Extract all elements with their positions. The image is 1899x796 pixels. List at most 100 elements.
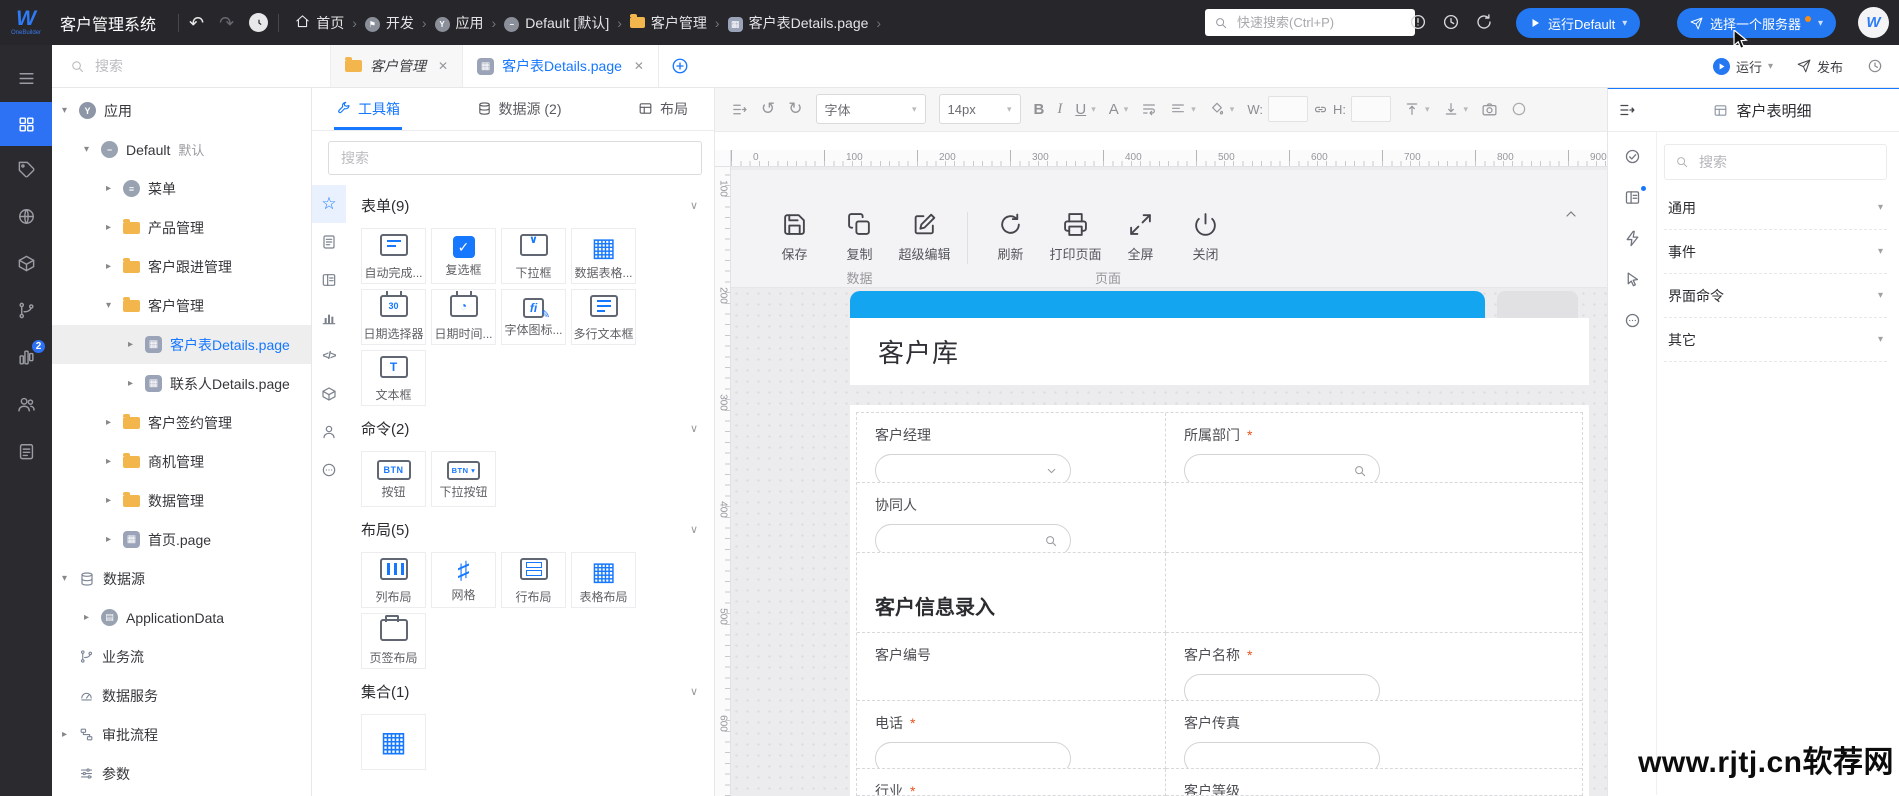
align-top-icon[interactable] <box>1404 101 1420 117</box>
palette-item-table[interactable]: ▦ <box>361 714 426 770</box>
toolbox-category-cube-icon[interactable] <box>312 375 346 413</box>
search-icon[interactable] <box>1353 464 1367 478</box>
height-input[interactable] <box>1350 96 1391 122</box>
rail-item-branch-icon[interactable] <box>0 287 52 334</box>
close-icon[interactable]: ✕ <box>634 59 644 73</box>
page-header-cell[interactable] <box>1497 291 1578 318</box>
property-search-box[interactable] <box>1664 144 1887 180</box>
page-toolbar-关闭[interactable]: 关闭 <box>1173 212 1238 263</box>
palette-item-下拉框[interactable]: ∨ 下拉框 <box>501 228 566 284</box>
font-size-select[interactable]: 14px ▾ <box>938 94 1021 124</box>
property-rail-pointer-icon[interactable] <box>1624 271 1641 288</box>
协同人-input[interactable] <box>875 524 1071 552</box>
italic-button[interactable]: I <box>1057 101 1062 118</box>
tree-item-Default[interactable]: ▾ − Default 默认 <box>52 130 311 169</box>
close-icon[interactable]: ✕ <box>438 59 448 73</box>
caret-right-icon[interactable]: ▸ <box>106 456 122 467</box>
align-bottom-icon[interactable] <box>1443 101 1459 117</box>
toolbox-search-input[interactable] <box>339 149 691 167</box>
property-search-input[interactable] <box>1697 153 1876 171</box>
history-clock-icon[interactable] <box>249 13 269 32</box>
tab-page[interactable]: ▦ 客户表Details.page ✕ <box>463 45 659 87</box>
chevron-down-icon[interactable]: ∨ <box>690 199 698 212</box>
palette-item-自动完成...[interactable]: 自动完成... <box>361 228 426 284</box>
palette-section-header[interactable]: 表单(9) ∨ <box>361 195 698 216</box>
avatar[interactable]: W <box>1858 7 1889 38</box>
tab-toolbox[interactable]: 工具箱 <box>334 87 402 130</box>
quick-search-input[interactable] <box>1235 14 1415 31</box>
collapse-panel-icon[interactable] <box>1618 101 1636 119</box>
客户经理-input[interactable] <box>875 454 1071 482</box>
font-color-button[interactable]: A <box>1109 101 1119 118</box>
rail-item-kanban-icon[interactable]: 2 <box>0 334 52 381</box>
tree-item-审批流程[interactable]: ▸ 审批流程 <box>52 715 311 754</box>
redo-icon[interactable]: ↷ <box>219 14 234 32</box>
palette-item-日期时间...[interactable]: ◔ 日期时间... <box>431 289 496 345</box>
palette-item-下拉按钮[interactable]: BTN ▾ 下拉按钮 <box>431 451 496 507</box>
电话-input[interactable] <box>875 742 1071 768</box>
page-toolbar-复制[interactable]: 复制 <box>827 212 892 263</box>
breadcrumb-item[interactable]: ▦ 客户表Details.page <box>727 13 868 33</box>
panel-search-box[interactable] <box>52 45 331 87</box>
tree-item-首页.page[interactable]: ▸ ▦ 首页.page <box>52 520 311 559</box>
page-toolbar-打印页面[interactable]: 打印页面 <box>1043 212 1108 263</box>
toolbox-category-person-icon[interactable] <box>312 413 346 451</box>
tree-item-数据服务[interactable]: 数据服务 <box>52 676 311 715</box>
tree-item-数据源[interactable]: ▾ 数据源 <box>52 559 311 598</box>
tab-layout[interactable]: 布局 <box>638 87 688 130</box>
page-header-bar[interactable] <box>850 291 1485 318</box>
refresh-icon[interactable] <box>1475 13 1493 31</box>
search-icon[interactable] <box>1044 534 1058 548</box>
palette-item-页签布局[interactable]: 页签布局 <box>361 613 426 669</box>
caret-down-icon[interactable]: ▾ <box>106 300 122 311</box>
breadcrumb-item[interactable]: ⚑ 开发 <box>364 13 414 33</box>
property-rail-check-circle-icon[interactable] <box>1624 148 1641 165</box>
caret-down-icon[interactable]: ▾ <box>84 144 100 155</box>
panel-search-input[interactable] <box>93 57 267 75</box>
rail-item-apps-icon[interactable] <box>0 102 52 146</box>
caret-down-icon[interactable]: ▾ <box>62 573 78 584</box>
palette-section-header[interactable]: 集合(1) ∨ <box>361 681 698 702</box>
publish-button[interactable]: 发布 <box>1797 57 1843 76</box>
tree-item-业务流[interactable]: 业务流 <box>52 637 311 676</box>
tree-item-商机管理[interactable]: ▸ 商机管理 <box>52 442 311 481</box>
caret-down-icon[interactable]: ▾ <box>62 105 78 116</box>
tree-item-菜单[interactable]: ▸ ≡ 菜单 <box>52 169 311 208</box>
caret-right-icon[interactable]: ▸ <box>106 534 122 545</box>
quick-search-box[interactable] <box>1205 9 1415 36</box>
caret-right-icon[interactable]: ▸ <box>106 222 122 233</box>
rail-item-box-icon[interactable] <box>0 240 52 287</box>
palette-section-header[interactable]: 布局(5) ∨ <box>361 519 698 540</box>
chevron-down-icon[interactable]: ∨ <box>690 523 698 536</box>
所属部门-input[interactable] <box>1184 454 1380 482</box>
app-logo[interactable]: W OneBuilder <box>0 0 52 45</box>
toolbox-search-box[interactable] <box>328 141 702 175</box>
palette-item-行布局[interactable]: 行布局 <box>501 552 566 608</box>
page-toolbar-超级编辑[interactable]: 超级编辑 <box>892 212 957 263</box>
breadcrumb-item[interactable]: − Default [默认] <box>504 13 609 33</box>
tree-item-应用[interactable]: ▾ Y 应用 <box>52 91 311 130</box>
tab-folder[interactable]: 客户管理 ✕ <box>331 45 464 87</box>
chevron-down-icon[interactable]: ∨ <box>690 422 698 435</box>
notice-icon[interactable] <box>1409 13 1427 31</box>
chevron-down-icon[interactable] <box>1045 464 1058 477</box>
tree-item-客户签约管理[interactable]: ▸ 客户签约管理 <box>52 403 311 442</box>
select-server-button[interactable]: 选择一个服务器 ▾ <box>1677 8 1837 38</box>
caret-right-icon[interactable]: ▸ <box>106 183 122 194</box>
toolbox-category-dots-icon[interactable] <box>312 451 346 489</box>
客户传真-input[interactable] <box>1184 742 1380 768</box>
tree-item-ApplicationData[interactable]: ▸ ▤ ApplicationData <box>52 598 311 637</box>
tree-item-联系人Details.page[interactable]: ▸ ▦ 联系人Details.page <box>52 364 311 403</box>
recent-icon[interactable] <box>1442 13 1460 31</box>
palette-item-列布局[interactable]: 列布局 <box>361 552 426 608</box>
palette-item-复选框[interactable]: ✓ 复选框 <box>431 228 496 284</box>
palette-item-按钮[interactable]: BTN 按钮 <box>361 451 426 507</box>
toolbox-category-doc-icon[interactable] <box>312 223 346 261</box>
palette-item-表格布局[interactable]: ▦ 表格布局 <box>571 552 636 608</box>
tree-item-产品管理[interactable]: ▸ 产品管理 <box>52 208 311 247</box>
property-rail-bolt-icon[interactable] <box>1624 230 1641 247</box>
breadcrumb-item[interactable]: Y 应用 <box>434 13 484 33</box>
text-wrap-icon[interactable] <box>1141 101 1157 117</box>
bold-button[interactable]: B <box>1034 101 1045 118</box>
palette-item-网格[interactable]: ♯ 网格 <box>431 552 496 608</box>
